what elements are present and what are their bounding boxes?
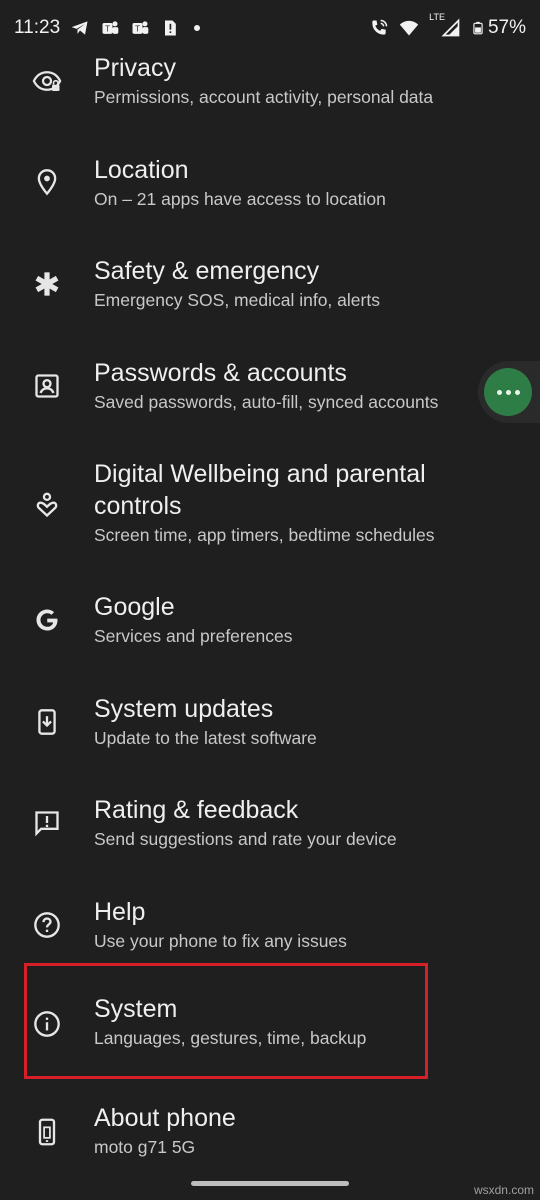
feedback-icon [32,808,62,838]
settings-item-subtitle: Permissions, account activity, personal … [94,87,434,107]
signal-icon [441,18,460,37]
wifi-icon [399,20,419,36]
settings-item-subtitle: Emergency SOS, medical info, alerts [94,290,380,310]
asterisk-icon [32,269,62,299]
settings-item-system-updates[interactable]: System updates Update to the latest soft… [0,687,540,789]
phone-icon [32,1117,62,1147]
settings-item-subtitle: Use your phone to fix any issues [94,930,347,951]
settings-item-title: System [94,995,178,1023]
watermark: wsxdn.com [473,1183,534,1197]
settings-item-title: About phone [94,1103,236,1132]
more-dots-icon [505,389,511,395]
help-icon [32,910,62,940]
more-dots-icon [514,389,520,395]
settings-item-subtitle: Screen time, app timers, bedtime schedul… [94,525,435,545]
settings-item-subtitle: Saved passwords, auto-fill, synced accou… [94,391,439,412]
floating-menu-bubble[interactable] [484,368,532,416]
settings-item-passwords-accounts[interactable]: Passwords & accounts Saved passwords, au… [0,351,540,453]
location-pin-icon [32,167,62,197]
settings-item-title: Google [94,593,175,621]
privacy-icon [32,66,62,96]
settings-item-location[interactable]: Location On – 21 apps have access to loc… [0,148,540,250]
wellbeing-icon [32,490,62,520]
info-icon [32,1009,62,1039]
settings-item-subtitle: On – 21 apps have access to location [94,188,386,209]
settings-item-title: System updates [94,694,274,723]
settings-item-rating-feedback[interactable]: Rating & feedback Send suggestions and r… [0,788,540,890]
battery-icon [473,21,483,35]
settings-item-title: Location [94,155,189,184]
settings-item-title: Digital Wellbeing and parental controls [94,460,426,520]
settings-item-help[interactable]: Help Use your phone to fix any issues [0,890,540,992]
account-box-icon [32,371,62,401]
gesture-nav-handle[interactable] [191,1181,349,1186]
notification-icon [165,20,176,36]
settings-item-safety[interactable]: Safety & emergency Emergency SOS, medica… [0,249,540,351]
more-notifications-dot [194,25,201,31]
settings-item-about-phone[interactable]: About phone moto g71 5G [0,1093,540,1195]
svg-text:T: T [104,24,110,33]
more-dots-icon [496,389,502,395]
settings-item-title: Privacy [94,54,176,82]
status-time: 11:23 [14,17,61,38]
settings-item-subtitle: Languages, gestures, time, backup [94,1028,367,1048]
settings-list: Privacy Permissions, account activity, p… [0,46,540,1194]
svg-text:T: T [134,24,140,33]
settings-item-subtitle: Services and preferences [94,626,293,646]
settings-item-title: Help [94,897,146,926]
settings-item-title: Rating & feedback [94,796,299,824]
status-bar: 11:23 T T LTE 57% [0,0,540,56]
telegram-icon [71,21,88,35]
system-update-icon [32,707,62,737]
settings-item-privacy[interactable]: Privacy Permissions, account activity, p… [0,46,540,148]
settings-item-title: Safety & emergency [94,257,320,285]
battery-level: 57% [487,17,526,38]
settings-item-subtitle: moto g71 5G [94,1136,196,1157]
teams-icon: T [102,21,119,34]
settings-item-subtitle: Update to the latest software [94,727,317,748]
teams-icon: T [132,21,149,34]
status-right: LTE 57% [369,12,526,39]
settings-item-title: Passwords & accounts [94,358,347,387]
settings-item-google[interactable]: Google Services and preferences [0,585,540,687]
settings-item-system[interactable]: System Languages, gestures, time, backup [0,991,540,1093]
status-left: 11:23 T T [14,17,201,39]
wifi-calling-icon [372,19,388,35]
settings-item-subtitle: Send suggestions and rate your device [94,829,397,849]
settings-item-digital-wellbeing[interactable]: Digital Wellbeing and parental controls … [0,452,540,585]
google-icon [32,605,62,635]
